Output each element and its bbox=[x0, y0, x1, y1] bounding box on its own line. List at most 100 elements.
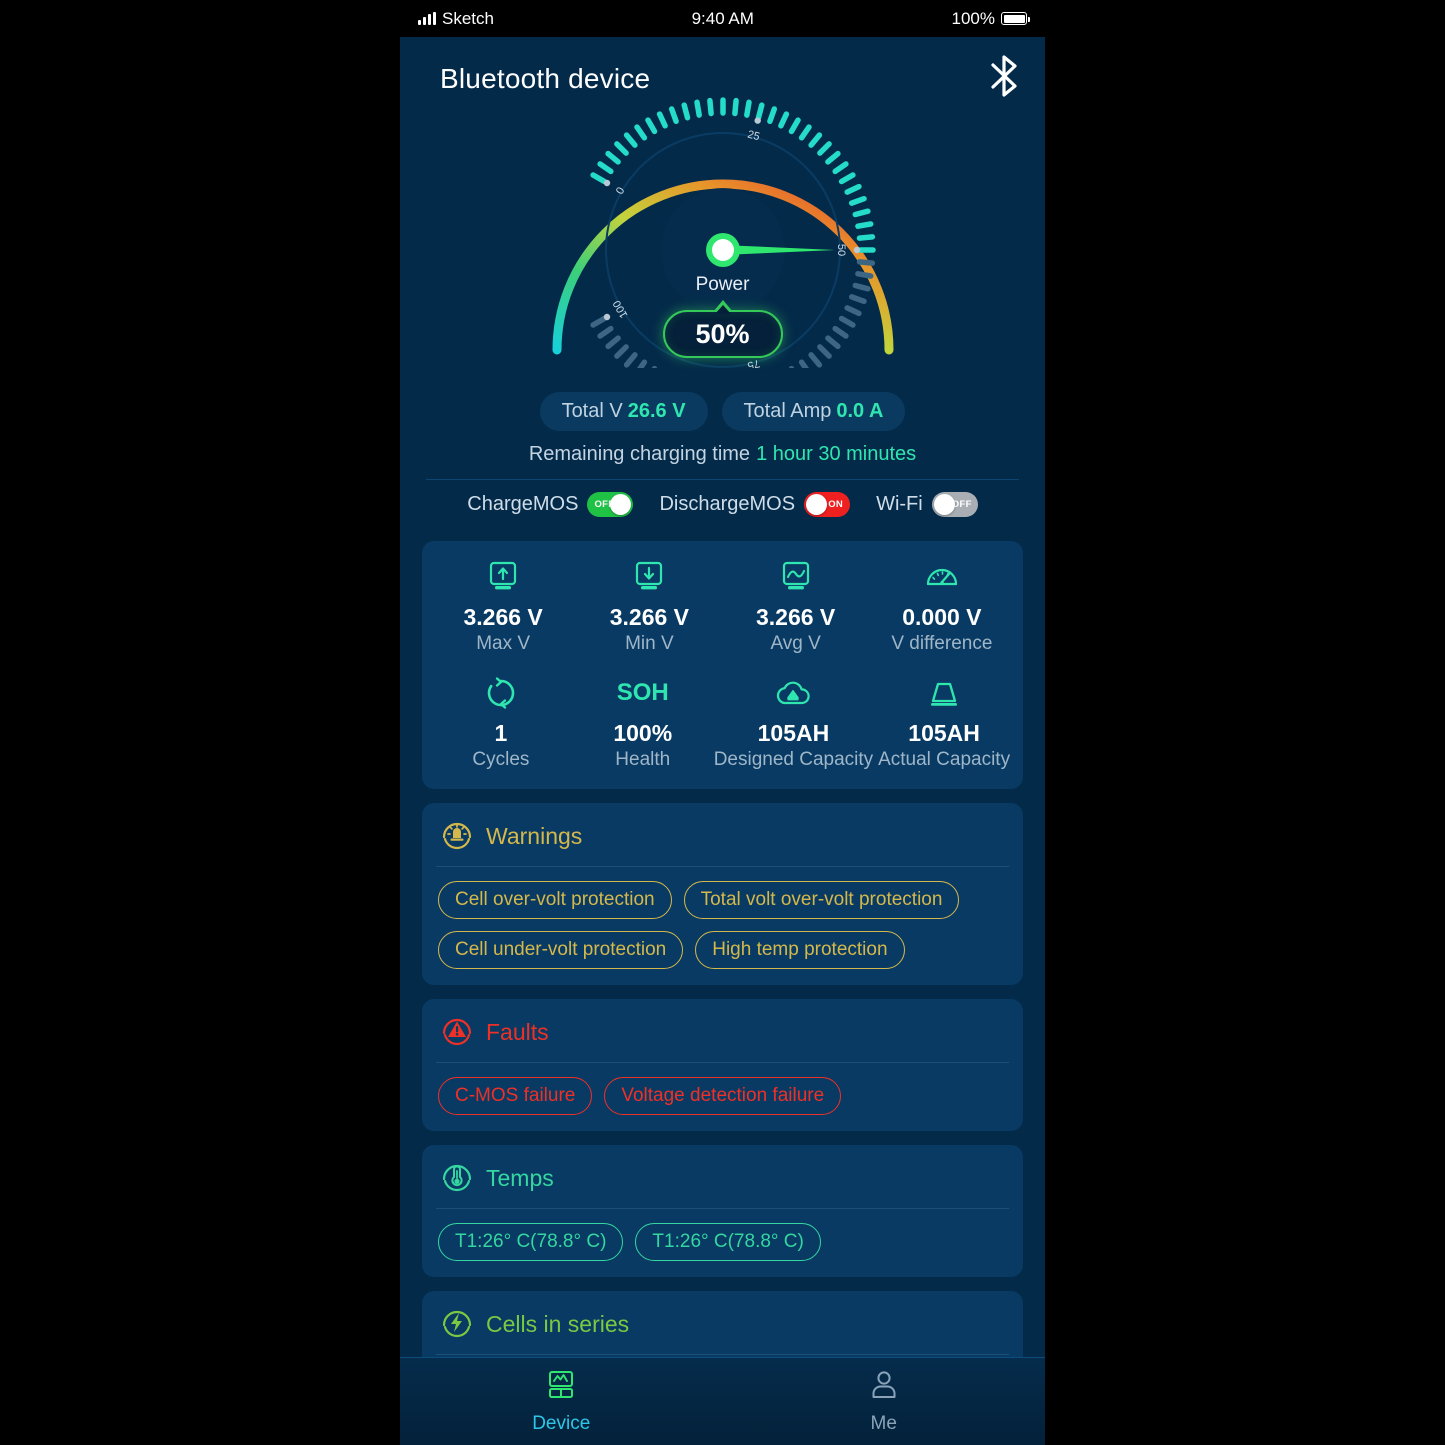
stat-soh[interactable]: SOH 100% Health bbox=[572, 673, 714, 771]
stat-avg-v[interactable]: 3.266 V Avg V bbox=[723, 557, 869, 655]
total-amp-pill[interactable]: Total Amp 0.0 A bbox=[721, 392, 906, 431]
status-bar: Sketch 9:40 AM 100% bbox=[400, 0, 1045, 37]
siren-alarm-icon bbox=[440, 817, 474, 856]
warnings-chip-list: Cell over-volt protection Total volt ove… bbox=[422, 867, 1023, 985]
stat-caption: Avg V bbox=[770, 633, 821, 654]
faults-header: Faults bbox=[422, 999, 1023, 1062]
warning-chip[interactable]: Cell over-volt protection bbox=[438, 881, 672, 919]
bottom-tab-bar: Device Me bbox=[400, 1357, 1045, 1445]
faults-chip-list: C-MOS failure Voltage detection failure bbox=[422, 1063, 1023, 1131]
toggle-dischargemos-state: ON bbox=[828, 499, 844, 510]
stat-caption: Health bbox=[615, 749, 671, 770]
monitor-waveform-icon bbox=[723, 557, 869, 597]
stat-caption: V difference bbox=[891, 633, 993, 654]
status-bar-clock: 9:40 AM bbox=[691, 8, 754, 28]
cells-title: Cells in series bbox=[486, 1311, 630, 1337]
temp-chip[interactable]: T1:26° C(78.8° C) bbox=[438, 1223, 624, 1261]
tab-device[interactable]: Device bbox=[400, 1358, 723, 1445]
warnings-card: Warnings Cell over-volt protection Total… bbox=[422, 803, 1023, 985]
stat-caption: Min V bbox=[625, 633, 674, 654]
stat-value: 3.266 V bbox=[609, 604, 690, 630]
toggle-dischargemos-label: DischargeMOS bbox=[659, 493, 796, 515]
power-gauge: 0 25 50 75 100 Power 50% bbox=[400, 78, 1045, 378]
toggle-wifi-switch[interactable]: OFF bbox=[931, 492, 978, 517]
toggle-knob bbox=[933, 494, 955, 515]
svg-text:100: 100 bbox=[610, 298, 630, 320]
svg-text:75: 75 bbox=[746, 357, 761, 368]
stat-v-difference[interactable]: 0.000 V V difference bbox=[869, 557, 1015, 655]
stats-row-2: 1 Cycles SOH 100% Health 105AH Designed … bbox=[430, 673, 1015, 771]
faults-card: Faults C-MOS failure Voltage detection f… bbox=[422, 999, 1023, 1131]
svg-text:50: 50 bbox=[835, 244, 847, 256]
temps-chip-list: T1:26° C(78.8° C) T1:26° C(78.8° C) bbox=[422, 1209, 1023, 1277]
fault-chip[interactable]: C-MOS failure bbox=[438, 1077, 593, 1115]
device-monitor-icon bbox=[544, 1368, 578, 1407]
toggle-dischargemos[interactable]: DischargeMOS ON bbox=[659, 492, 851, 517]
gauge-icon bbox=[869, 557, 1015, 597]
stat-value: 100% bbox=[613, 720, 673, 746]
total-voltage-value: 26.6 V bbox=[627, 400, 686, 422]
toggle-knob bbox=[806, 494, 828, 515]
tab-me-label: Me bbox=[870, 1413, 897, 1434]
stat-cycles[interactable]: 1 Cycles bbox=[430, 673, 572, 771]
stat-min-v[interactable]: 3.266 V Min V bbox=[576, 557, 722, 655]
stat-value: 3.266 V bbox=[463, 604, 543, 630]
warning-triangle-icon bbox=[440, 1013, 474, 1052]
battery-capacity-icon bbox=[873, 673, 1015, 713]
total-amp-label: Total Amp bbox=[743, 400, 832, 422]
svg-text:25: 25 bbox=[746, 129, 761, 144]
total-voltage-pill[interactable]: Total V 26.6 V bbox=[539, 392, 708, 431]
status-bar-left: Sketch bbox=[418, 9, 494, 29]
signal-bars-icon bbox=[418, 12, 436, 25]
temps-card: Temps T1:26° C(78.8° C) T1:26° C(78.8° C… bbox=[422, 1145, 1023, 1277]
stat-value: 105AH bbox=[757, 720, 830, 746]
toggle-knob bbox=[610, 494, 632, 515]
total-voltage-label: Total V bbox=[561, 400, 623, 422]
warnings-title: Warnings bbox=[486, 823, 583, 849]
carrier-label: Sketch bbox=[442, 8, 494, 28]
remaining-charging-time: Remaining charging time 1 hour 30 minutes bbox=[400, 443, 1045, 466]
monitor-down-arrow-icon bbox=[576, 557, 722, 597]
totals-row: Total V 26.6 V Total Amp 0.0 A bbox=[400, 392, 1045, 431]
temp-chip[interactable]: T1:26° C(78.8° C) bbox=[635, 1223, 821, 1261]
stats-card: 3.266 V Max V 3.266 V Min V 3.266 V Avg … bbox=[422, 541, 1023, 789]
temps-header: Temps bbox=[422, 1145, 1023, 1208]
stat-value: 3.266 V bbox=[755, 604, 836, 630]
cells-header: Cells in series bbox=[422, 1291, 1023, 1354]
fault-chip[interactable]: Voltage detection failure bbox=[604, 1077, 842, 1115]
stat-value: 0.000 V bbox=[902, 604, 982, 630]
soh-label: SOH bbox=[616, 679, 669, 706]
toggle-chargemos-label: ChargeMOS bbox=[467, 493, 579, 515]
faults-title: Faults bbox=[486, 1019, 549, 1045]
remaining-value: 1 hour 30 minutes bbox=[756, 443, 917, 465]
stat-caption: Max V bbox=[476, 633, 531, 654]
stat-value: 105AH bbox=[908, 720, 980, 746]
toggle-chargemos-switch[interactable]: OFF bbox=[587, 492, 634, 517]
toggle-dischargemos-switch[interactable]: ON bbox=[804, 492, 851, 517]
tab-me[interactable]: Me bbox=[723, 1358, 1046, 1445]
stat-actual-capacity[interactable]: 105AH Actual Capacity bbox=[873, 673, 1015, 771]
stats-row-1: 3.266 V Max V 3.266 V Min V 3.266 V Avg … bbox=[430, 557, 1015, 655]
stat-max-v[interactable]: 3.266 V Max V bbox=[430, 557, 576, 655]
stat-caption: Actual Capacity bbox=[878, 749, 1011, 770]
warnings-header: Warnings bbox=[422, 803, 1023, 866]
cloud-capacity-icon bbox=[714, 673, 873, 713]
remaining-label: Remaining charging time bbox=[528, 443, 751, 465]
toggle-row: ChargeMOS OFF DischargeMOS ON Wi-Fi OFF bbox=[400, 480, 1045, 533]
person-icon bbox=[867, 1368, 901, 1407]
gauge-label: Power bbox=[695, 274, 750, 295]
gauge-percent-badge: 50% bbox=[662, 300, 783, 358]
total-amp-value: 0.0 A bbox=[836, 400, 884, 422]
tab-device-label: Device bbox=[532, 1413, 591, 1434]
monitor-up-arrow-icon bbox=[430, 557, 576, 597]
warning-chip[interactable]: Cell under-volt protection bbox=[438, 931, 684, 969]
stat-designed-capacity[interactable]: 105AH Designed Capacity bbox=[714, 673, 873, 771]
battery-percent-label: 100% bbox=[951, 8, 995, 28]
warning-chip[interactable]: High temp protection bbox=[695, 931, 905, 969]
toggle-chargemos[interactable]: ChargeMOS OFF bbox=[467, 492, 634, 517]
toggle-wifi-label: Wi-Fi bbox=[876, 493, 923, 515]
warning-chip[interactable]: Total volt over-volt protection bbox=[683, 881, 960, 919]
toggle-wifi[interactable]: Wi-Fi OFF bbox=[876, 492, 978, 517]
toggle-wifi-state: OFF bbox=[951, 499, 972, 510]
thermometer-icon bbox=[440, 1159, 474, 1198]
